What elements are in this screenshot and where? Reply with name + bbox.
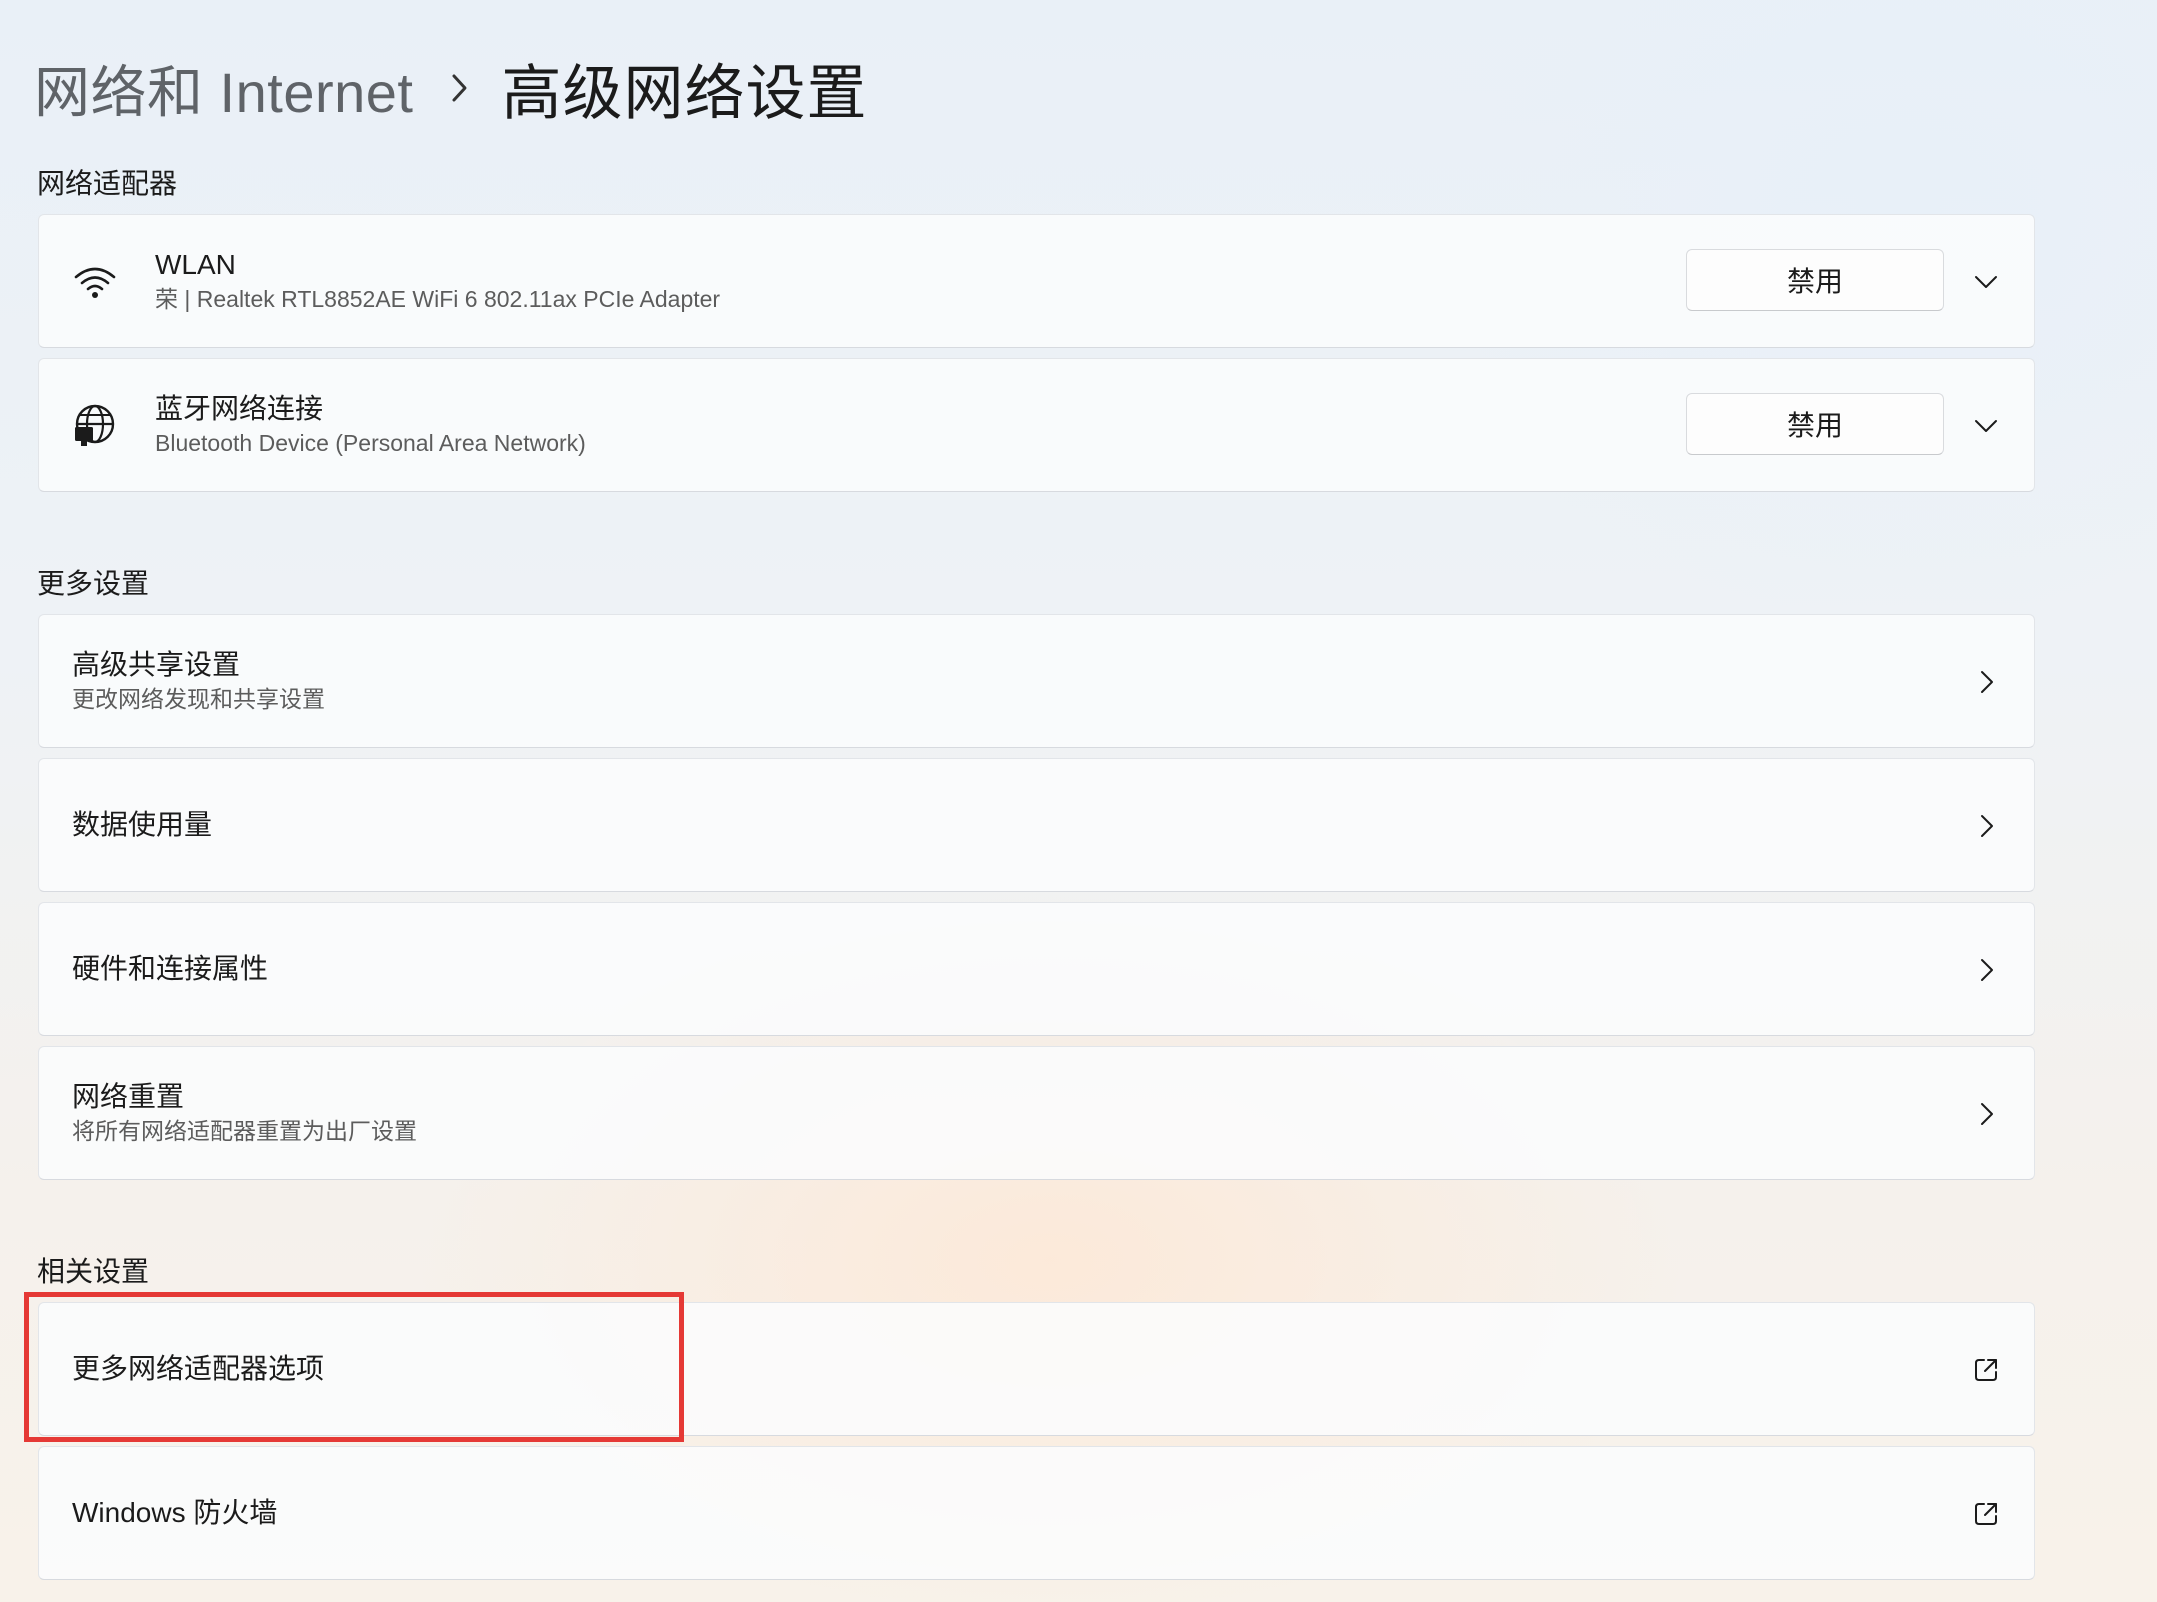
chevron-down-icon[interactable]	[1968, 408, 2004, 444]
chevron-right-icon	[449, 71, 471, 105]
setting-title: 网络重置	[72, 1081, 185, 1112]
setting-info: 高级共享设置 更改网络发现和共享设置	[72, 615, 325, 747]
setting-title: 数据使用量	[72, 809, 213, 840]
disable-bluetooth-button[interactable]: 禁用	[1686, 393, 1944, 455]
adapter-description: Bluetooth Device (Personal Area Network)	[155, 430, 586, 456]
external-link-icon	[1968, 1496, 2004, 1532]
setting-title: 高级共享设置	[72, 649, 241, 680]
adapter-name: 蓝牙网络连接	[155, 393, 324, 424]
chevron-right-icon	[1968, 952, 2004, 988]
setting-network-reset[interactable]: 网络重置 将所有网络适配器重置为出厂设置	[38, 1046, 2035, 1180]
external-link-icon	[1968, 1352, 2004, 1388]
adapter-card-bluetooth[interactable]: 蓝牙网络连接 Bluetooth Device (Personal Area N…	[38, 358, 2035, 492]
adapter-description: 荣 | Realtek RTL8852AE WiFi 6 802.11ax PC…	[155, 286, 721, 312]
chevron-down-icon[interactable]	[1968, 264, 2004, 300]
breadcrumb-parent-network-internet[interactable]: 网络和 Internet	[34, 48, 413, 129]
chevron-right-icon	[1968, 808, 2004, 844]
setting-advanced-sharing[interactable]: 高级共享设置 更改网络发现和共享设置	[38, 614, 2035, 748]
page-title: 高级网络设置	[501, 59, 868, 127]
setting-title: Windows 防火墙	[72, 1497, 278, 1528]
wifi-icon	[72, 259, 118, 305]
section-title-related-settings: 相关设置	[37, 1256, 150, 1287]
setting-subtitle: 将所有网络适配器重置为出厂设置	[72, 1118, 417, 1144]
setting-info: Windows 防火墙	[72, 1447, 277, 1579]
adapter-info: 蓝牙网络连接 Bluetooth Device (Personal Area N…	[155, 359, 586, 491]
setting-subtitle: 更改网络发现和共享设置	[72, 686, 325, 712]
setting-info: 硬件和连接属性	[72, 903, 268, 1035]
setting-title: 硬件和连接属性	[72, 953, 269, 984]
setting-title: 更多网络适配器选项	[72, 1353, 325, 1384]
setting-info: 网络重置 将所有网络适配器重置为出厂设置	[72, 1047, 417, 1179]
setting-more-adapter-options[interactable]: 更多网络适配器选项	[38, 1302, 2035, 1436]
ethernet-globe-icon	[72, 403, 118, 449]
setting-data-usage[interactable]: 数据使用量	[38, 758, 2035, 892]
disable-wlan-button[interactable]: 禁用	[1686, 249, 1944, 311]
setting-windows-firewall[interactable]: Windows 防火墙	[38, 1446, 2035, 1580]
section-title-more-settings: 更多设置	[37, 568, 150, 599]
adapter-name: WLAN	[155, 249, 236, 280]
breadcrumb: 网络和 Internet 高级网络设置	[34, 48, 867, 128]
setting-info: 数据使用量	[72, 759, 212, 891]
adapter-info: WLAN 荣 | Realtek RTL8852AE WiFi 6 802.11…	[155, 215, 720, 347]
adapter-card-wlan[interactable]: WLAN 荣 | Realtek RTL8852AE WiFi 6 802.11…	[38, 214, 2035, 348]
chevron-right-icon	[1968, 1096, 2004, 1132]
setting-hardware-properties[interactable]: 硬件和连接属性	[38, 902, 2035, 1036]
setting-info: 更多网络适配器选项	[72, 1303, 324, 1435]
chevron-right-icon	[1968, 664, 2004, 700]
section-title-network-adapters: 网络适配器	[37, 168, 178, 199]
